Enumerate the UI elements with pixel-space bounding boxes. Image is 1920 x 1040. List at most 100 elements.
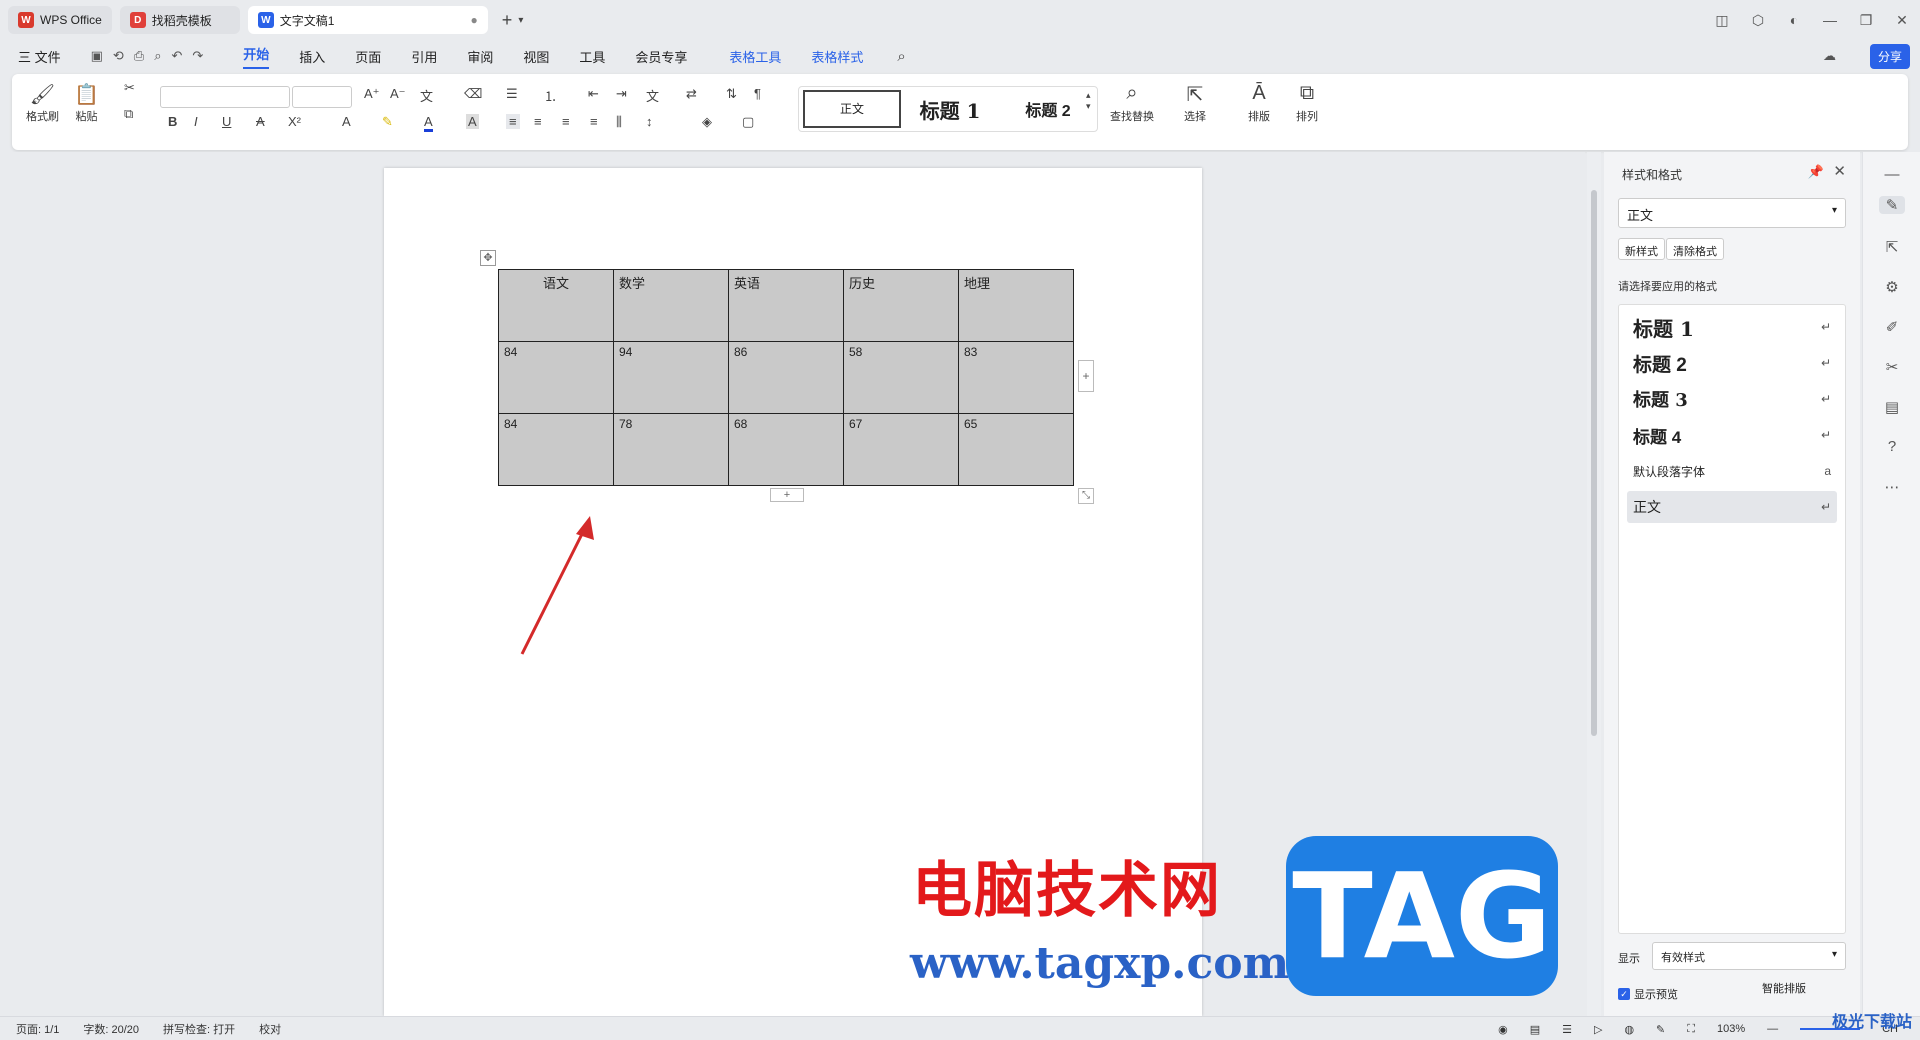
eye-icon[interactable]: ◉ (1498, 1023, 1508, 1036)
zoom-out-icon[interactable]: — (1767, 1023, 1778, 1035)
format-painter-button[interactable]: 🖌 格式刷 (26, 82, 59, 124)
style-heading-2[interactable]: 标题 2 (999, 97, 1097, 121)
table-cell[interactable]: 83 (958, 341, 1074, 414)
pin-icon[interactable]: 📌 (1808, 164, 1824, 180)
tab-wps-office[interactable]: W WPS Office (8, 6, 112, 34)
word-count[interactable]: 字数: 20/20 (83, 1021, 139, 1037)
restore-icon[interactable]: ❐ (1848, 12, 1884, 29)
list-item[interactable]: 标题 3 ↵ (1627, 383, 1837, 415)
menu-review[interactable]: 审阅 (467, 47, 493, 66)
style-normal[interactable]: 正文 (803, 90, 902, 128)
table-cell[interactable]: 67 (843, 413, 959, 486)
share-button[interactable]: 分享 (1869, 44, 1910, 69)
menu-page[interactable]: 页面 (355, 47, 381, 66)
line-spacing-icon[interactable]: ↕ (646, 114, 653, 129)
font-size-select[interactable] (292, 86, 352, 108)
layout-button[interactable]: Ā 排版 (1248, 82, 1270, 124)
list-item[interactable]: 标题 4 ↵ (1627, 419, 1837, 451)
pen-icon[interactable]: ✎ (1656, 1023, 1665, 1036)
tab-dropdown-icon[interactable]: ▾ (518, 15, 523, 26)
menu-table-style[interactable]: 表格样式 (811, 47, 863, 66)
fit-icon[interactable]: ⛶ (1687, 1023, 1695, 1036)
arrange-button[interactable]: ⧉ 排列 (1296, 82, 1318, 124)
list-item[interactable]: 正文 ↵ (1627, 491, 1837, 523)
outdent-icon[interactable]: ⇤ (588, 86, 599, 102)
proofread[interactable]: 校对 (259, 1021, 281, 1037)
current-style-select[interactable]: 正文 ▾ (1618, 198, 1846, 228)
add-row-icon[interactable]: + (770, 488, 804, 502)
menu-member[interactable]: 会员专享 (635, 47, 687, 66)
underline-icon[interactable]: U (222, 114, 231, 129)
unsaved-dot-icon[interactable]: ● (471, 13, 478, 27)
data-table[interactable]: 语文 数学 英语 历史 地理 84 94 86 58 83 84 78 68 6… (498, 269, 1074, 486)
table-cell[interactable]: 86 (728, 341, 844, 414)
outline-view-icon[interactable]: ☰ (1562, 1023, 1572, 1036)
sort-icon[interactable]: ⇅ (726, 86, 737, 102)
table-cell[interactable]: 68 (728, 413, 844, 486)
paste-button[interactable]: 📋 粘贴 (74, 82, 99, 124)
table-cell[interactable]: 58 (843, 341, 959, 414)
text-direction-icon[interactable]: ⇄ (686, 86, 697, 102)
table-cell[interactable]: 84 (498, 413, 614, 486)
cloud-icon[interactable]: ☁ (1823, 48, 1836, 64)
add-column-icon[interactable]: + (1078, 360, 1094, 392)
clear-format-button[interactable]: 清除格式 (1666, 238, 1724, 260)
distribute-icon[interactable]: ⫼ (616, 114, 622, 130)
menu-start[interactable]: 开始 (243, 44, 270, 69)
font-shrink-icon[interactable]: A⁻ (390, 86, 406, 102)
table-cell[interactable]: 语文 (498, 269, 614, 342)
page-count[interactable]: 页面: 1/1 (16, 1021, 59, 1037)
cut-icon[interactable]: ✂ (124, 80, 135, 96)
align-center-icon[interactable]: ≡ (534, 114, 542, 129)
indent-icon[interactable]: ⇥ (616, 86, 627, 102)
border-icon[interactable]: ▢ (742, 114, 754, 130)
web-view-icon[interactable]: ◍ (1624, 1023, 1634, 1036)
spell-check[interactable]: 拼写检查: 打开 (163, 1021, 235, 1037)
table-cell[interactable]: 84 (498, 341, 614, 414)
new-tab-icon[interactable]: + (502, 10, 513, 31)
book-icon[interactable]: ▤ (1879, 398, 1905, 416)
play-icon[interactable]: ▷ (1594, 1023, 1602, 1036)
shape-icon[interactable]: ✐ (1879, 318, 1905, 336)
list-item[interactable]: 标题 2 ↵ (1627, 347, 1837, 379)
zoom-level[interactable]: 103% (1717, 1023, 1745, 1035)
preview-checkbox[interactable]: ✓ 显示预览 (1618, 986, 1678, 1002)
eraser-icon[interactable]: ⌫ (464, 86, 482, 102)
text-effect-icon[interactable]: A (342, 114, 351, 129)
edit-style-icon[interactable]: ✎ (1879, 196, 1905, 214)
table-resize-icon[interactable]: ⤡ (1078, 488, 1094, 504)
tab-document[interactable]: W 文字文稿1 ● (247, 6, 488, 34)
panel-close-icon[interactable]: ✕ (1833, 162, 1846, 180)
table-cell[interactable]: 数学 (613, 269, 729, 342)
menu-view[interactable]: 视图 (523, 47, 549, 66)
bold-icon[interactable]: B (168, 114, 177, 129)
avatar[interactable]: ◐ (1776, 12, 1812, 28)
numbered-list-icon[interactable]: ⒈ (544, 86, 557, 105)
table-cell[interactable]: 65 (958, 413, 1074, 486)
justify-icon[interactable]: ≡ (590, 114, 598, 129)
show-marks-icon[interactable]: ¶ (754, 86, 761, 101)
shading-icon[interactable]: ◈ (702, 114, 712, 130)
toolbar-quick-icons[interactable]: ▣⟲⎙⌕↶↷ (91, 48, 214, 64)
select-cursor-icon[interactable]: ⇱ (1879, 238, 1905, 256)
table-cell[interactable]: 英语 (728, 269, 844, 342)
table-cell[interactable]: 78 (613, 413, 729, 486)
align-right-icon[interactable]: ≡ (562, 114, 570, 129)
table-move-handle-icon[interactable]: ✥ (480, 250, 496, 266)
bullet-list-icon[interactable]: ☰ (506, 86, 518, 102)
table-cell[interactable]: 历史 (843, 269, 959, 342)
panel-title[interactable]: 样式和格式 (1622, 166, 1682, 183)
close-icon[interactable]: ✕ (1884, 12, 1920, 29)
new-style-button[interactable]: 新样式 (1618, 238, 1665, 260)
align-left-icon[interactable]: ≡ (506, 114, 520, 129)
list-item[interactable]: 默认段落字体 a (1627, 455, 1837, 487)
find-replace-button[interactable]: ⌕ 查找替换 (1110, 82, 1154, 124)
italic-icon[interactable]: I (194, 114, 198, 129)
char-shading-icon[interactable]: A (466, 114, 479, 129)
page-view-icon[interactable]: ▤ (1530, 1023, 1540, 1036)
smart-layout-button[interactable]: 智能排版 (1762, 980, 1806, 996)
minimize-icon[interactable]: — (1812, 12, 1848, 28)
tools-icon[interactable]: ✂ (1879, 358, 1905, 376)
highlight-icon[interactable]: ✎ (382, 114, 393, 130)
search-icon[interactable]: ⌕ (897, 48, 905, 65)
